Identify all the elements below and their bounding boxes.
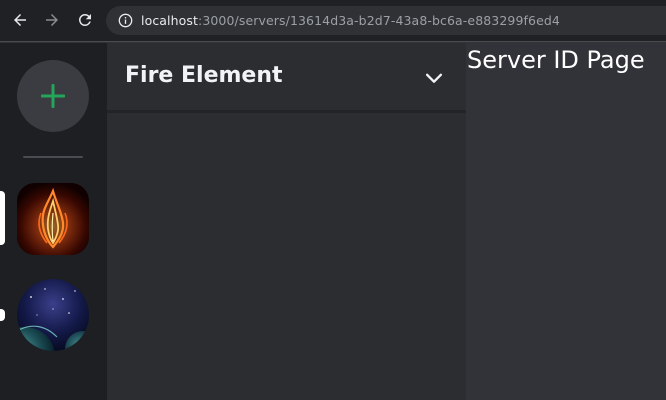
server-item-planet[interactable] [17,279,89,351]
chevron-down-icon[interactable] [423,67,445,89]
address-bar[interactable]: localhost:3000/servers/13614d3a-b2d7-43a… [106,6,666,35]
main-content: Server ID Page [466,43,666,400]
browser-toolbar: localhost:3000/servers/13614d3a-b2d7-43a… [0,0,666,42]
url-host: localhost [141,13,199,28]
planet-space-image [17,279,89,351]
info-icon[interactable] [118,13,133,28]
reload-button[interactable] [74,9,96,31]
rail-separator [23,156,83,158]
arrow-left-icon [14,14,26,26]
reload-icon [78,13,91,26]
server-sidebar [0,43,107,400]
back-button[interactable] [9,9,31,31]
active-server-indicator [0,191,5,245]
url-path: :3000/servers/13614d3a-b2d7-43a8-bc6a-e8… [198,13,560,28]
plus-icon [41,84,65,108]
forward-button[interactable] [41,9,63,31]
unread-server-indicator [0,309,5,321]
page-title: Server ID Page [467,46,645,74]
channel-sidebar: Fire Element [107,43,466,400]
server-header[interactable]: Fire Element [107,43,466,113]
fire-flame-image [17,183,89,255]
add-server-button[interactable] [17,60,89,132]
server-name: Fire Element [125,63,283,88]
url-text: localhost:3000/servers/13614d3a-b2d7-43a… [141,13,560,28]
server-item-fire-element[interactable] [17,183,89,255]
arrow-right-icon [46,14,58,26]
